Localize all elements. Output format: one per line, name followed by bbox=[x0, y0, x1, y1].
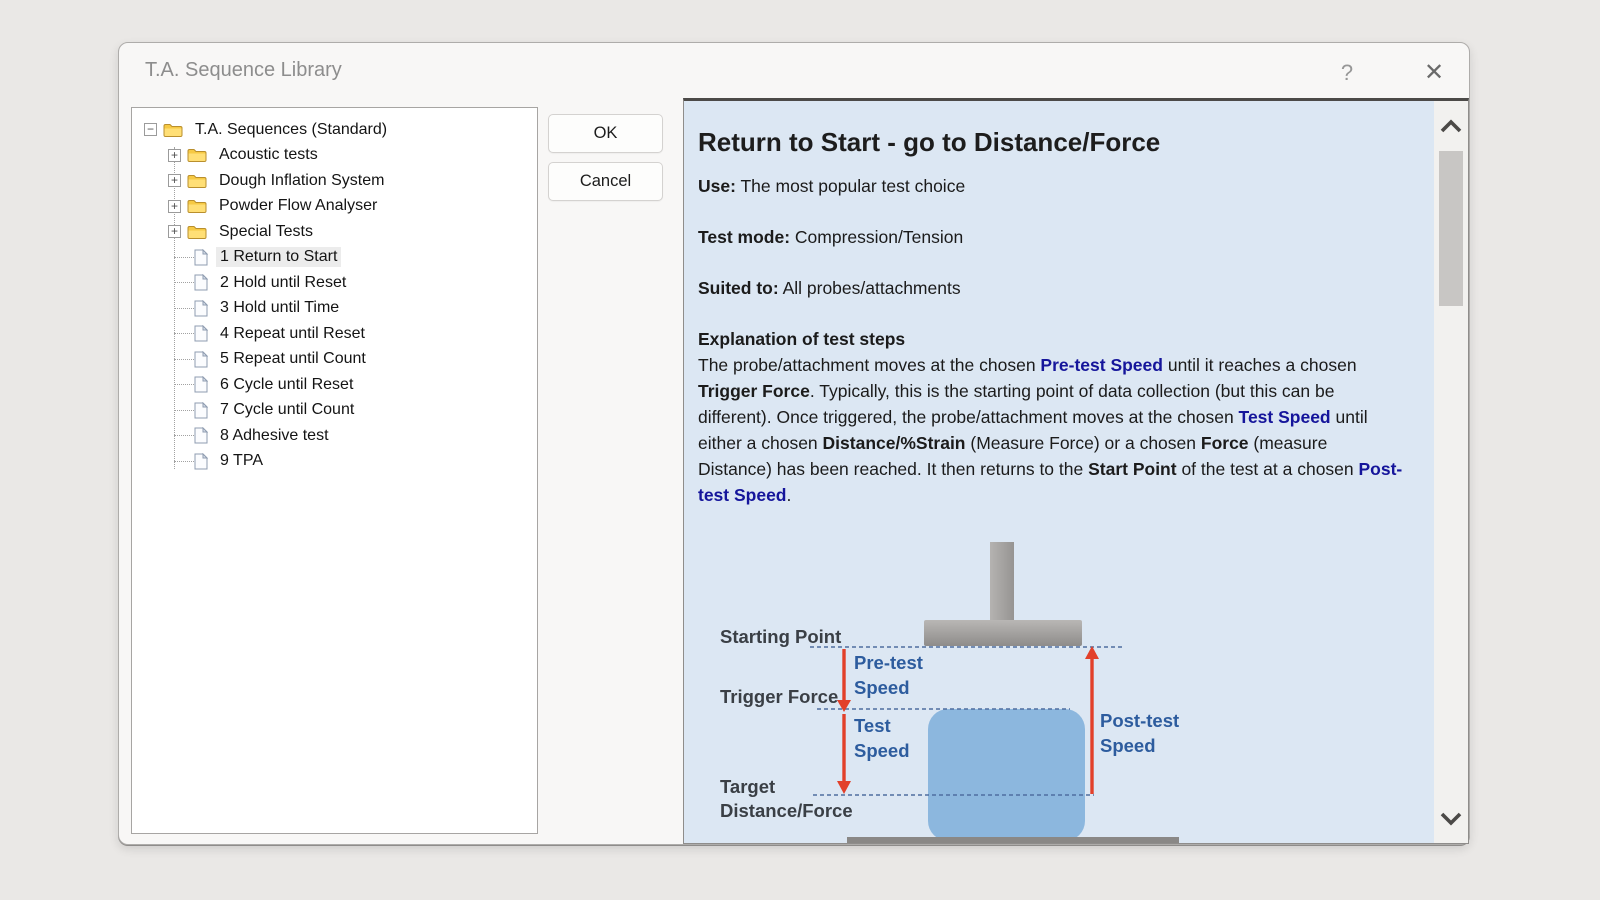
tree-rows: − T.A. Sequences (Standard) + Acoustic test… bbox=[132, 108, 537, 833]
tree-item-label: 4 Repeat until Reset bbox=[216, 324, 369, 344]
dialog-title: T.A. Sequence Library bbox=[145, 59, 342, 82]
tree-item[interactable]: 3 Hold until Time bbox=[132, 296, 537, 322]
test-arrowhead bbox=[837, 781, 851, 794]
tree-item-label: 8 Adhesive test bbox=[216, 426, 333, 446]
tree-item-label: 6 Cycle until Reset bbox=[216, 375, 357, 395]
tree-stub bbox=[174, 435, 194, 436]
tree-item-label: 3 Hold until Time bbox=[216, 298, 343, 318]
tree-stub bbox=[174, 333, 194, 334]
tree-item-label: T.A. Sequences (Standard) bbox=[191, 120, 391, 140]
post-test-speed-label-2: Speed bbox=[1100, 735, 1156, 756]
test-speed-label-1: Test bbox=[854, 715, 891, 736]
document-icon bbox=[194, 300, 208, 317]
document-icon bbox=[194, 274, 208, 291]
tree-stub bbox=[174, 282, 194, 283]
close-icon[interactable]: ✕ bbox=[1416, 55, 1452, 91]
tree-stub bbox=[174, 461, 194, 462]
document-icon bbox=[194, 453, 208, 470]
tree-item[interactable]: + Special Tests bbox=[132, 219, 537, 245]
document-icon bbox=[194, 402, 208, 419]
fact-line: Use: The most popular test choice bbox=[698, 174, 1412, 199]
tree-item[interactable]: − T.A. Sequences (Standard) bbox=[132, 117, 537, 143]
tree-item-label: 9 TPA bbox=[216, 451, 267, 471]
tree-expander-plus-icon[interactable]: + bbox=[168, 149, 181, 162]
tree-item[interactable]: + Powder Flow Analyser bbox=[132, 194, 537, 220]
tree-item-label: 5 Repeat until Count bbox=[216, 349, 370, 369]
starting-point-label: Starting Point bbox=[720, 626, 841, 647]
document-icon bbox=[194, 351, 208, 368]
tree-expander-minus-icon[interactable]: − bbox=[144, 123, 157, 136]
scroll-down-chevron-icon[interactable] bbox=[1440, 811, 1462, 827]
tree-expander-plus-icon[interactable]: + bbox=[168, 200, 181, 213]
vertical-scrollbar[interactable] bbox=[1434, 101, 1468, 843]
document-icon bbox=[194, 249, 208, 266]
sample-block bbox=[928, 709, 1085, 841]
description-content: Return to Start - go to Distance/Force U… bbox=[684, 101, 1434, 843]
tree-item-label: 7 Cycle until Count bbox=[216, 400, 358, 420]
tree-stub bbox=[174, 308, 194, 309]
pre-test-speed-label-2: Speed bbox=[854, 677, 910, 698]
tree-item[interactable]: 8 Adhesive test bbox=[132, 423, 537, 449]
folder-icon bbox=[187, 224, 207, 240]
cancel-button[interactable]: Cancel bbox=[548, 162, 663, 201]
tree-item-label: Dough Inflation System bbox=[215, 171, 388, 191]
facts: Use: The most popular test choice Test mo… bbox=[698, 174, 1412, 301]
explanation-paragraph: The probe/attachment moves at the chosen… bbox=[698, 352, 1404, 508]
scroll-up-chevron-icon[interactable] bbox=[1440, 118, 1462, 134]
tree-item[interactable]: 1 Return to Start bbox=[132, 245, 537, 271]
document-icon bbox=[194, 325, 208, 342]
folder-icon bbox=[163, 122, 183, 138]
tree-expander-plus-icon[interactable]: + bbox=[168, 174, 181, 187]
probe-plate bbox=[924, 620, 1082, 646]
test-diagram: Starting Point Trigger Force Target Dist… bbox=[684, 516, 1434, 843]
tree-item[interactable]: 4 Repeat until Reset bbox=[132, 321, 537, 347]
target-label-line1: Target bbox=[720, 776, 775, 797]
document-icon bbox=[194, 427, 208, 444]
help-icon[interactable]: ? bbox=[1331, 57, 1363, 89]
document-icon bbox=[194, 376, 208, 393]
tree-item-label: 1 Return to Start bbox=[216, 247, 341, 267]
scrollbar-thumb[interactable] bbox=[1439, 151, 1463, 306]
tree-item[interactable]: 5 Repeat until Count bbox=[132, 347, 537, 373]
folder-icon bbox=[187, 173, 207, 189]
post-test-arrowhead bbox=[1085, 646, 1099, 659]
post-test-speed-label-1: Post-test bbox=[1100, 710, 1179, 731]
tree-stub bbox=[174, 410, 194, 411]
explanation-title: Explanation of test steps bbox=[698, 327, 1412, 352]
tree-expander-plus-icon[interactable]: + bbox=[168, 225, 181, 238]
tree-item[interactable]: 7 Cycle until Count bbox=[132, 398, 537, 424]
fact-line: Suited to: All probes/attachments bbox=[698, 276, 1412, 301]
probe-shaft bbox=[990, 542, 1014, 622]
folder-icon bbox=[187, 147, 207, 163]
ok-button[interactable]: OK bbox=[548, 114, 663, 153]
tree-item[interactable]: + Dough Inflation System bbox=[132, 168, 537, 194]
tree-item[interactable]: + Acoustic tests bbox=[132, 143, 537, 169]
tree-stub bbox=[174, 257, 194, 258]
tree-stub bbox=[174, 359, 194, 360]
pre-test-speed-label-1: Pre-test bbox=[854, 652, 923, 673]
trigger-force-label: Trigger Force bbox=[720, 686, 838, 707]
tree-item-label: Special Tests bbox=[215, 222, 317, 242]
fact-line: Test mode: Compression/Tension bbox=[698, 225, 1412, 250]
tree-item-label: Acoustic tests bbox=[215, 145, 322, 165]
test-speed-label-2: Speed bbox=[854, 740, 910, 761]
folder-icon bbox=[187, 198, 207, 214]
description-panel: Return to Start - go to Distance/Force U… bbox=[683, 98, 1469, 844]
base-plate bbox=[847, 837, 1179, 843]
target-label-line2: Distance/Force bbox=[720, 800, 853, 821]
sequence-tree-panel: − T.A. Sequences (Standard) + Acoustic test… bbox=[131, 107, 538, 834]
pre-test-arrowhead bbox=[837, 700, 851, 712]
tree-item[interactable]: 6 Cycle until Reset bbox=[132, 372, 537, 398]
tree-item[interactable]: 9 TPA bbox=[132, 449, 537, 475]
tree-item-label: Powder Flow Analyser bbox=[215, 196, 381, 216]
page-title: Return to Start - go to Distance/Force bbox=[698, 127, 1412, 158]
ta-sequence-library-dialog: T.A. Sequence Library ? ✕ − T.A. Sequence… bbox=[118, 42, 1470, 845]
tree-item[interactable]: 2 Hold until Reset bbox=[132, 270, 537, 296]
tree-stub bbox=[174, 384, 194, 385]
tree-item-label: 2 Hold until Reset bbox=[216, 273, 350, 293]
